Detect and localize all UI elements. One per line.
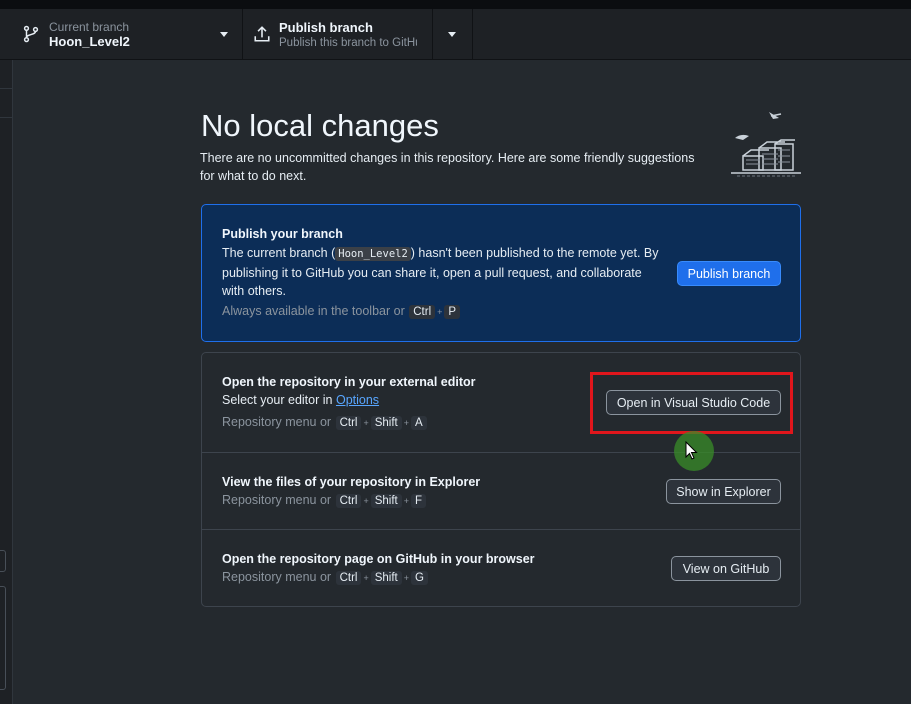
hint-text: Always available in the toolbar or: [222, 304, 405, 318]
branch-name-code: Hoon_Level2: [335, 247, 411, 261]
publish-card-title: Publish your branch: [222, 227, 343, 241]
kbd-key: Ctrl: [409, 305, 436, 319]
plus-icon: +: [363, 496, 369, 506]
kbd-key: Ctrl: [335, 416, 362, 430]
current-branch-button[interactable]: Current branch Hoon_Level2: [0, 9, 243, 60]
kbd-key: P: [444, 305, 461, 319]
git-branch-icon: [23, 25, 39, 43]
kbd-key: Ctrl: [335, 571, 362, 585]
folder-stack-illustration: [731, 112, 801, 177]
publish-card-text: The current branch (Hoon_Level2) hasn't …: [222, 244, 662, 301]
suggestion-hint: Repository menu or Ctrl + Shift + A: [222, 415, 428, 430]
subtext-label: Select your editor in: [222, 393, 333, 407]
sidebar-divider: [0, 89, 13, 118]
summary-input-edge[interactable]: [0, 550, 6, 572]
hint-text: Repository menu or: [222, 570, 332, 584]
view-on-github-button[interactable]: View on GitHub: [671, 556, 781, 581]
plus-icon: +: [403, 418, 409, 428]
publish-dropdown-button[interactable]: [433, 9, 473, 60]
sidebar-divider: [0, 60, 13, 89]
publish-branch-toolbar-button[interactable]: Publish branch Publish this branch to Gi…: [243, 9, 433, 60]
current-branch-value: Hoon_Level2: [49, 34, 130, 49]
current-branch-title: Current branch: [49, 20, 130, 34]
suggestion-hint: Repository menu or Ctrl + Shift + G: [222, 570, 429, 585]
plus-icon: +: [363, 418, 369, 428]
main-content: No local changes There are no uncommitte…: [13, 60, 911, 704]
suggestion-title: Open the repository in your external edi…: [222, 375, 476, 389]
chevron-down-icon: [220, 32, 228, 37]
kbd-key: Shift: [370, 571, 402, 585]
hint-text: Repository menu or: [222, 415, 332, 429]
suggestion-hint: Repository menu or Ctrl + Shift + F: [222, 493, 427, 508]
publish-shortcut-hint: Always available in the toolbar or Ctrl +…: [222, 304, 461, 319]
description-input-edge[interactable]: [0, 586, 6, 690]
publish-branch-button[interactable]: Publish branch: [677, 261, 781, 286]
kbd-key: Shift: [370, 494, 402, 508]
chevron-down-icon: [448, 32, 456, 37]
publish-text-before: The current branch (: [222, 246, 336, 260]
plus-icon: +: [403, 496, 409, 506]
plus-icon: +: [437, 307, 443, 317]
publish-branch-title: Publish branch: [279, 20, 373, 35]
kbd-key: Shift: [370, 416, 402, 430]
publish-branch-card: Publish your branch The current branch (…: [201, 204, 801, 342]
window-top-strip: [0, 0, 911, 9]
options-link[interactable]: Options: [336, 393, 379, 407]
kbd-key: A: [411, 416, 427, 430]
plus-icon: +: [363, 573, 369, 583]
suggestion-title: View the files of your repository in Exp…: [222, 475, 481, 489]
publish-branch-subtitle: Publish this branch to GitHub: [279, 37, 417, 49]
suggestion-title: Open the repository page on GitHub in yo…: [222, 552, 535, 566]
kbd-key: F: [411, 494, 427, 508]
hint-text: Repository menu or: [222, 493, 332, 507]
suggestion-subtext: Select your editor in Options: [222, 393, 379, 407]
upload-icon: [254, 26, 270, 42]
kbd-key: Ctrl: [335, 494, 362, 508]
plus-icon: +: [403, 573, 409, 583]
toolbar: Current branch Hoon_Level2 Publish branc…: [0, 9, 911, 60]
kbd-key: G: [411, 571, 428, 585]
show-in-explorer-button[interactable]: Show in Explorer: [666, 479, 781, 504]
sidebar-edge: [0, 60, 13, 704]
suggestion-row-explorer: View the files of your repository in Exp…: [202, 453, 800, 530]
page-description: There are no uncommitted changes in this…: [200, 151, 695, 183]
page-title: No local changes: [201, 108, 439, 143]
suggestion-row-github: Open the repository page on GitHub in yo…: [202, 530, 800, 606]
annotation-highlight-box: [590, 372, 793, 434]
mouse-cursor-icon: [685, 441, 698, 460]
